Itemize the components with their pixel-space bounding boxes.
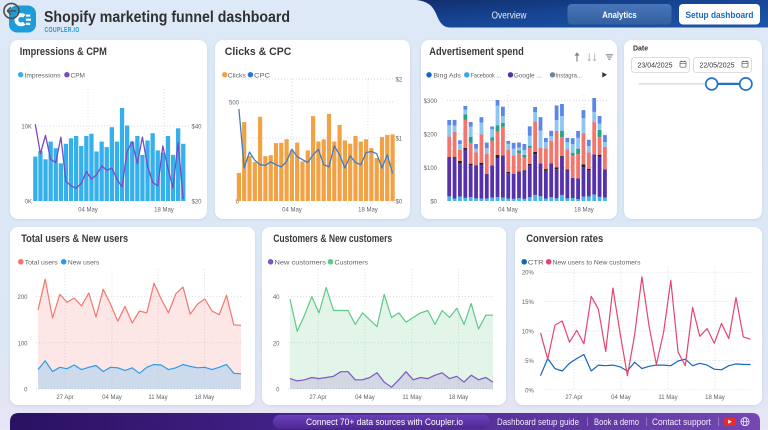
svg-text:27 Apr: 27 Apr — [565, 395, 582, 401]
svg-text:Overview: Overview — [492, 11, 528, 22]
svg-text:200: 200 — [18, 295, 29, 301]
svg-text:40: 40 — [273, 295, 280, 301]
svg-text:11 May: 11 May — [658, 395, 677, 401]
svg-text:Customers & New customers: Customers & New customers — [273, 233, 392, 245]
svg-text:18 May: 18 May — [358, 207, 378, 213]
svg-text:23/04/2025: 23/04/2025 — [637, 60, 672, 69]
svg-text:0: 0 — [24, 387, 28, 393]
svg-text:18 May: 18 May — [154, 207, 174, 213]
svg-text:18 May: 18 May — [574, 207, 594, 213]
svg-text:CTR: CTR — [527, 259, 543, 266]
svg-text:04 May: 04 May — [355, 395, 375, 401]
svg-text:0: 0 — [276, 387, 280, 393]
svg-text:10K: 10K — [21, 124, 32, 130]
svg-text:04 May: 04 May — [498, 207, 518, 213]
svg-text:CPM: CPM — [71, 72, 85, 79]
svg-text:$20: $20 — [191, 199, 202, 205]
svg-text:Impressions & CPM: Impressions & CPM — [20, 45, 107, 57]
svg-text:Bing Ads: Bing Ads — [433, 72, 461, 79]
svg-text:11 May: 11 May — [402, 395, 421, 401]
svg-text:04 May: 04 May — [78, 207, 98, 213]
svg-text:27 Apr: 27 Apr — [309, 395, 326, 401]
svg-text:Shopify marketing funnel dashb: Shopify marketing funnel dashboard — [44, 9, 290, 26]
svg-text:$100: $100 — [424, 165, 438, 171]
svg-text:$300: $300 — [424, 98, 438, 104]
svg-text:Total users & New users: Total users & New users — [21, 233, 128, 245]
svg-text:0%: 0% — [525, 388, 534, 394]
svg-text:0K: 0K — [25, 199, 32, 205]
svg-text:$0: $0 — [430, 199, 437, 205]
svg-text:New users to New customers: New users to New customers — [552, 259, 641, 266]
svg-text:New users: New users — [68, 259, 100, 266]
svg-text:COUPLER.IO: COUPLER.IO — [45, 27, 80, 34]
svg-text:Impressions: Impressions — [25, 72, 62, 79]
svg-text:11 May: 11 May — [148, 395, 167, 401]
svg-text:Dashboard setup guide: Dashboard setup guide — [497, 417, 579, 428]
svg-text:$200: $200 — [424, 132, 438, 138]
svg-text:$0: $0 — [395, 199, 402, 205]
svg-text:20%: 20% — [521, 270, 534, 276]
svg-text:Advertisement spend: Advertisement spend — [429, 45, 523, 57]
svg-text:15%: 15% — [521, 300, 534, 306]
svg-text:10%: 10% — [521, 329, 534, 335]
svg-text:500: 500 — [229, 100, 240, 106]
svg-text:Date: Date — [633, 45, 648, 52]
svg-text:27 Apr: 27 Apr — [56, 395, 73, 401]
svg-text:18 May: 18 May — [705, 395, 725, 401]
svg-text:Book a demo: Book a demo — [594, 417, 639, 428]
svg-text:Facebook ...: Facebook ... — [471, 72, 502, 79]
svg-text:Google ...: Google ... — [514, 72, 542, 79]
svg-text:$40: $40 — [191, 124, 202, 130]
svg-text:100: 100 — [18, 341, 29, 347]
svg-text:04 May: 04 May — [611, 395, 631, 401]
svg-text:$1: $1 — [395, 136, 402, 142]
svg-text:22/05/2025: 22/05/2025 — [699, 60, 734, 69]
svg-text:20: 20 — [273, 341, 280, 347]
svg-text:CPC: CPC — [254, 72, 270, 79]
svg-text:5%: 5% — [525, 359, 534, 365]
svg-text:Conversion rates: Conversion rates — [526, 233, 603, 245]
svg-text:$2: $2 — [395, 77, 402, 83]
svg-text:04 May: 04 May — [282, 207, 302, 213]
svg-text:Instagra...: Instagra... — [555, 72, 582, 79]
svg-text:Customers: Customers — [335, 259, 369, 266]
svg-text:Setup dashboard: Setup dashboard — [686, 10, 754, 21]
svg-text:Analytics: Analytics — [602, 10, 637, 21]
svg-text:New customers: New customers — [275, 259, 327, 266]
svg-text:04 May: 04 May — [102, 395, 122, 401]
svg-text:18 May: 18 May — [449, 395, 469, 401]
svg-text:Total users: Total users — [25, 259, 59, 266]
svg-text:Contact support: Contact support — [652, 417, 711, 428]
svg-text:Connect 70+ data sources with: Connect 70+ data sources with Coupler.io — [306, 417, 463, 428]
svg-text:18 May: 18 May — [195, 395, 215, 401]
svg-text:Clicks & CPC: Clicks & CPC — [225, 45, 292, 57]
svg-text:Clicks: Clicks — [228, 72, 247, 79]
